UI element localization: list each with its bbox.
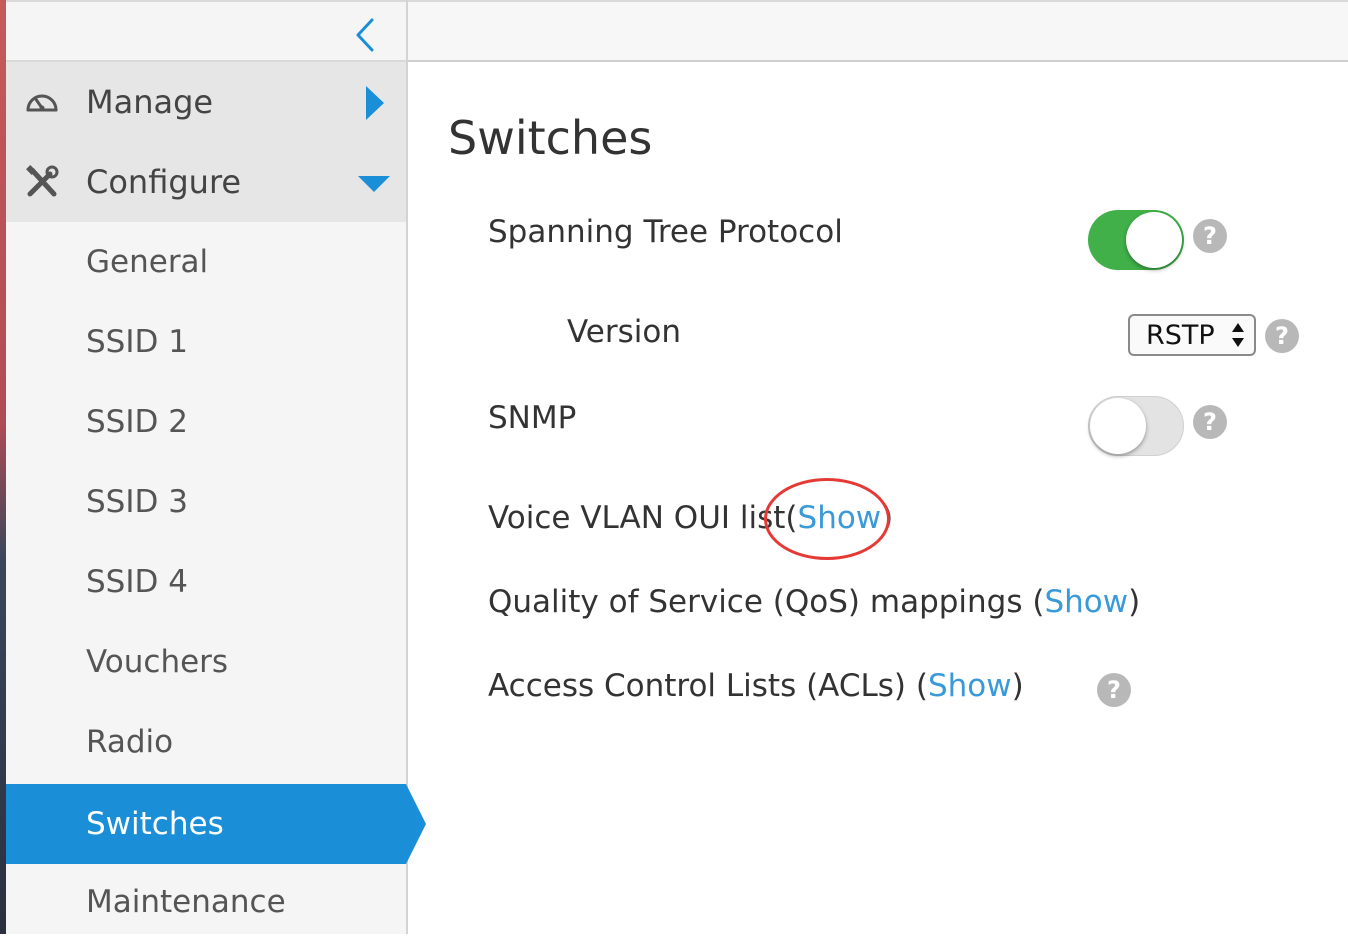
qos-label: Quality of Service (QoS) mappings <box>488 584 1033 620</box>
select-updown-icon <box>1230 320 1246 350</box>
nav-section-configure[interactable]: Configure <box>6 142 406 222</box>
voice-vlan-row: Voice VLAN OUI list(Show) <box>488 496 893 540</box>
acl-row: Access Control Lists (ACLs) (Show) <box>488 664 1024 708</box>
sidebar-item-label: Radio <box>86 724 174 760</box>
sidebar-item-label: SSID 4 <box>86 564 188 600</box>
stp-toggle[interactable] <box>1088 210 1184 270</box>
paren-close: ) <box>1011 668 1024 704</box>
sidebar-item-label: Vouchers <box>86 644 229 680</box>
caret-right-icon <box>366 86 384 124</box>
stp-label: Spanning Tree Protocol <box>488 214 843 250</box>
sidebar-item-ssid-3[interactable]: SSID 3 <box>6 462 406 542</box>
qos-row: Quality of Service (QoS) mappings (Show) <box>488 580 1140 624</box>
sidebar-item-label: Switches <box>86 806 224 842</box>
paren-open: ( <box>785 500 798 536</box>
sidebar-item-label: SSID 1 <box>86 324 188 360</box>
paren-open: ( <box>1032 584 1045 620</box>
sidebar-item-label: Maintenance <box>86 884 286 920</box>
nav-section-label: Configure <box>86 163 242 201</box>
page-title: Switches <box>448 111 653 165</box>
version-select-value: RSTP <box>1146 320 1215 351</box>
sidebar-item-label: SSID 3 <box>86 484 188 520</box>
sidebar: Manage Configure General SSID 1 SSID 2 S… <box>6 0 406 934</box>
sidebar-item-ssid-4[interactable]: SSID 4 <box>6 542 406 622</box>
acl-label: Access Control Lists (ACLs) <box>488 668 916 704</box>
paren-open: ( <box>915 668 928 704</box>
voice-vlan-show-link[interactable]: Show <box>798 500 882 536</box>
acl-show-link[interactable]: Show <box>928 668 1012 704</box>
paren-close: ) <box>1128 584 1141 620</box>
sidebar-item-switches[interactable]: Switches <box>6 784 406 864</box>
content-header-bar <box>408 0 1348 62</box>
caret-down-icon <box>358 176 390 196</box>
sidebar-item-label: General <box>86 244 209 280</box>
nav-section-label: Manage <box>86 83 214 121</box>
toggle-knob <box>1090 398 1146 454</box>
tools-icon <box>24 164 60 200</box>
chevron-left-icon[interactable] <box>352 16 382 54</box>
voice-vlan-label: Voice VLAN OUI list <box>488 500 786 536</box>
acl-help-icon[interactable]: ? <box>1097 673 1131 707</box>
paren-close: ) <box>881 500 894 536</box>
sidebar-item-general[interactable]: General <box>6 222 406 302</box>
sidebar-item-radio[interactable]: Radio <box>6 702 406 782</box>
sidebar-item-vouchers[interactable]: Vouchers <box>6 622 406 702</box>
version-help-icon[interactable]: ? <box>1265 319 1299 353</box>
nav-section-manage[interactable]: Manage <box>6 62 406 142</box>
active-item-pointer <box>406 784 426 864</box>
qos-show-link[interactable]: Show <box>1044 584 1128 620</box>
sidebar-item-label: SSID 2 <box>86 404 188 440</box>
sidebar-header <box>6 0 406 62</box>
version-select[interactable]: RSTP <box>1128 314 1256 356</box>
snmp-help-icon[interactable]: ? <box>1193 405 1227 439</box>
dashboard-gauge-icon <box>24 84 60 120</box>
snmp-toggle[interactable] <box>1088 396 1184 456</box>
sidebar-item-ssid-2[interactable]: SSID 2 <box>6 382 406 462</box>
sidebar-item-maintenance[interactable]: Maintenance <box>6 862 406 942</box>
snmp-label: SNMP <box>488 400 577 436</box>
stp-help-icon[interactable]: ? <box>1193 219 1227 253</box>
toggle-knob <box>1126 212 1182 268</box>
version-label: Version <box>567 314 681 350</box>
sidebar-item-ssid-1[interactable]: SSID 1 <box>6 302 406 382</box>
